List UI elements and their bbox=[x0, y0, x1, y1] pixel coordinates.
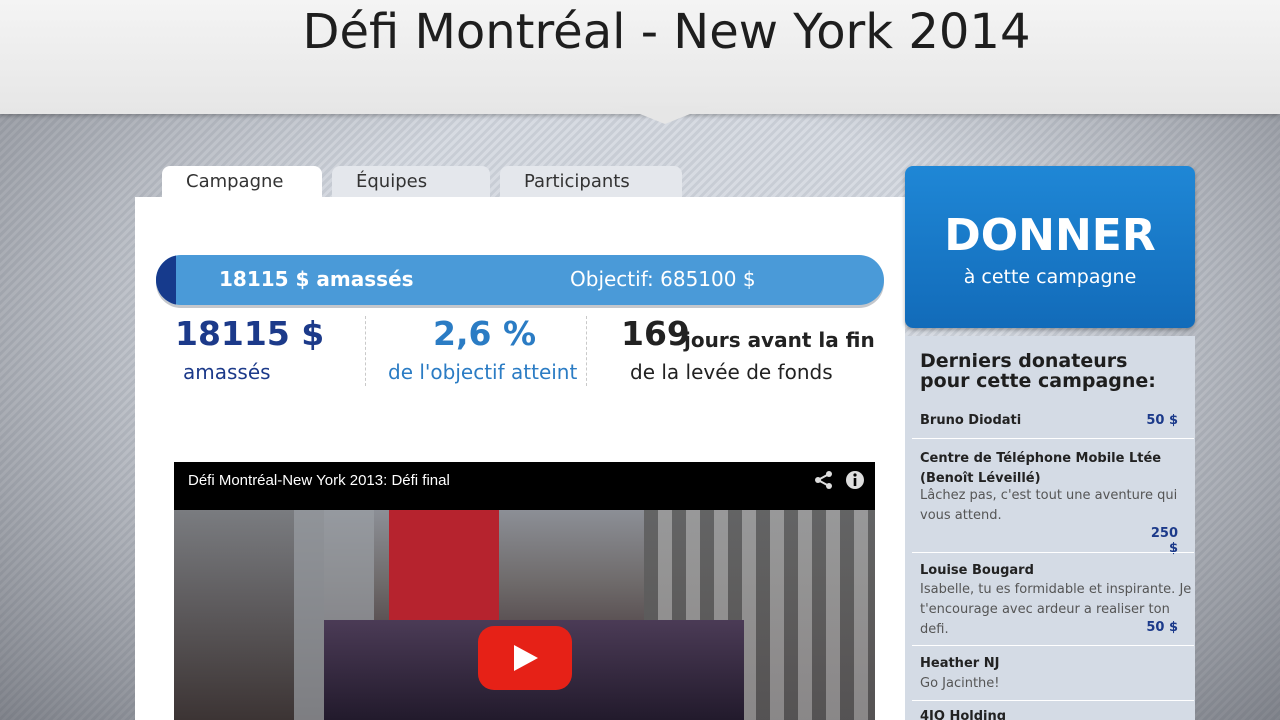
share-icon[interactable] bbox=[814, 470, 834, 490]
play-icon bbox=[514, 645, 538, 671]
days-remaining-suffix: jours avant la fin bbox=[684, 328, 875, 352]
video-player[interactable]: Défi Montréal-New York 2013: Défi final bbox=[174, 462, 875, 720]
donor-message: Lâchez pas, c'est tout une aventure qui … bbox=[920, 488, 1178, 523]
donor-message: Go Jacinthe! bbox=[920, 676, 1000, 691]
days-remaining-label: de la levée de fonds bbox=[630, 360, 833, 384]
header-notch bbox=[620, 106, 710, 124]
donate-title: DONNER bbox=[944, 210, 1156, 261]
donor-name: 4IQ Holding bbox=[920, 709, 1007, 720]
page-title: Défi Montréal - New York 2014 bbox=[302, 4, 1031, 60]
tab-participants[interactable]: Participants bbox=[500, 166, 682, 198]
donate-button[interactable]: DONNER à cette campagne bbox=[905, 166, 1195, 328]
stat-divider bbox=[586, 316, 587, 386]
donor-divider bbox=[912, 552, 1194, 553]
thumbnail-billboard bbox=[389, 510, 499, 630]
days-remaining-value: 169 bbox=[621, 314, 690, 353]
donor-amount: 50 $ bbox=[1146, 413, 1178, 428]
donate-subtitle: à cette campagne bbox=[963, 266, 1137, 288]
donors-title: Derniers donateurs pour cette campagne: bbox=[920, 351, 1180, 391]
donor-name: Centre de Téléphone Mobile Ltée (Benoît … bbox=[920, 451, 1162, 486]
info-icon[interactable] bbox=[845, 470, 865, 490]
stat-divider bbox=[365, 316, 366, 386]
video-title-bar: Défi Montréal-New York 2013: Défi final bbox=[174, 462, 875, 510]
donor-divider bbox=[912, 438, 1194, 439]
percent-label: de l'objectif atteint bbox=[388, 360, 578, 384]
tab-campagne[interactable]: Campagne bbox=[162, 166, 322, 198]
progress-raised-label: 18115 $ amassés bbox=[219, 267, 414, 291]
donor-divider bbox=[912, 645, 1194, 646]
percent-value: 2,6 % bbox=[433, 314, 537, 353]
donor-divider bbox=[912, 700, 1194, 701]
play-button[interactable] bbox=[478, 626, 572, 690]
raised-label: amassés bbox=[183, 360, 271, 384]
video-title[interactable]: Défi Montréal-New York 2013: Défi final bbox=[188, 472, 450, 489]
progress-fill bbox=[156, 255, 176, 305]
donors-title-line1: Derniers donateurs bbox=[920, 350, 1128, 372]
tab-equipes[interactable]: Équipes bbox=[332, 166, 490, 198]
donor-name: Heather NJ bbox=[920, 656, 1000, 671]
donors-title-line2: pour cette campagne: bbox=[920, 370, 1156, 392]
progress-goal-label: Objectif: 685100 $ bbox=[570, 267, 756, 291]
donor-name: Louise Bougard bbox=[920, 563, 1034, 578]
raised-amount: 18115 $ bbox=[175, 314, 325, 353]
donor-name: Bruno Diodati bbox=[920, 413, 1022, 428]
donor-amount: 50 $ bbox=[1146, 620, 1178, 635]
